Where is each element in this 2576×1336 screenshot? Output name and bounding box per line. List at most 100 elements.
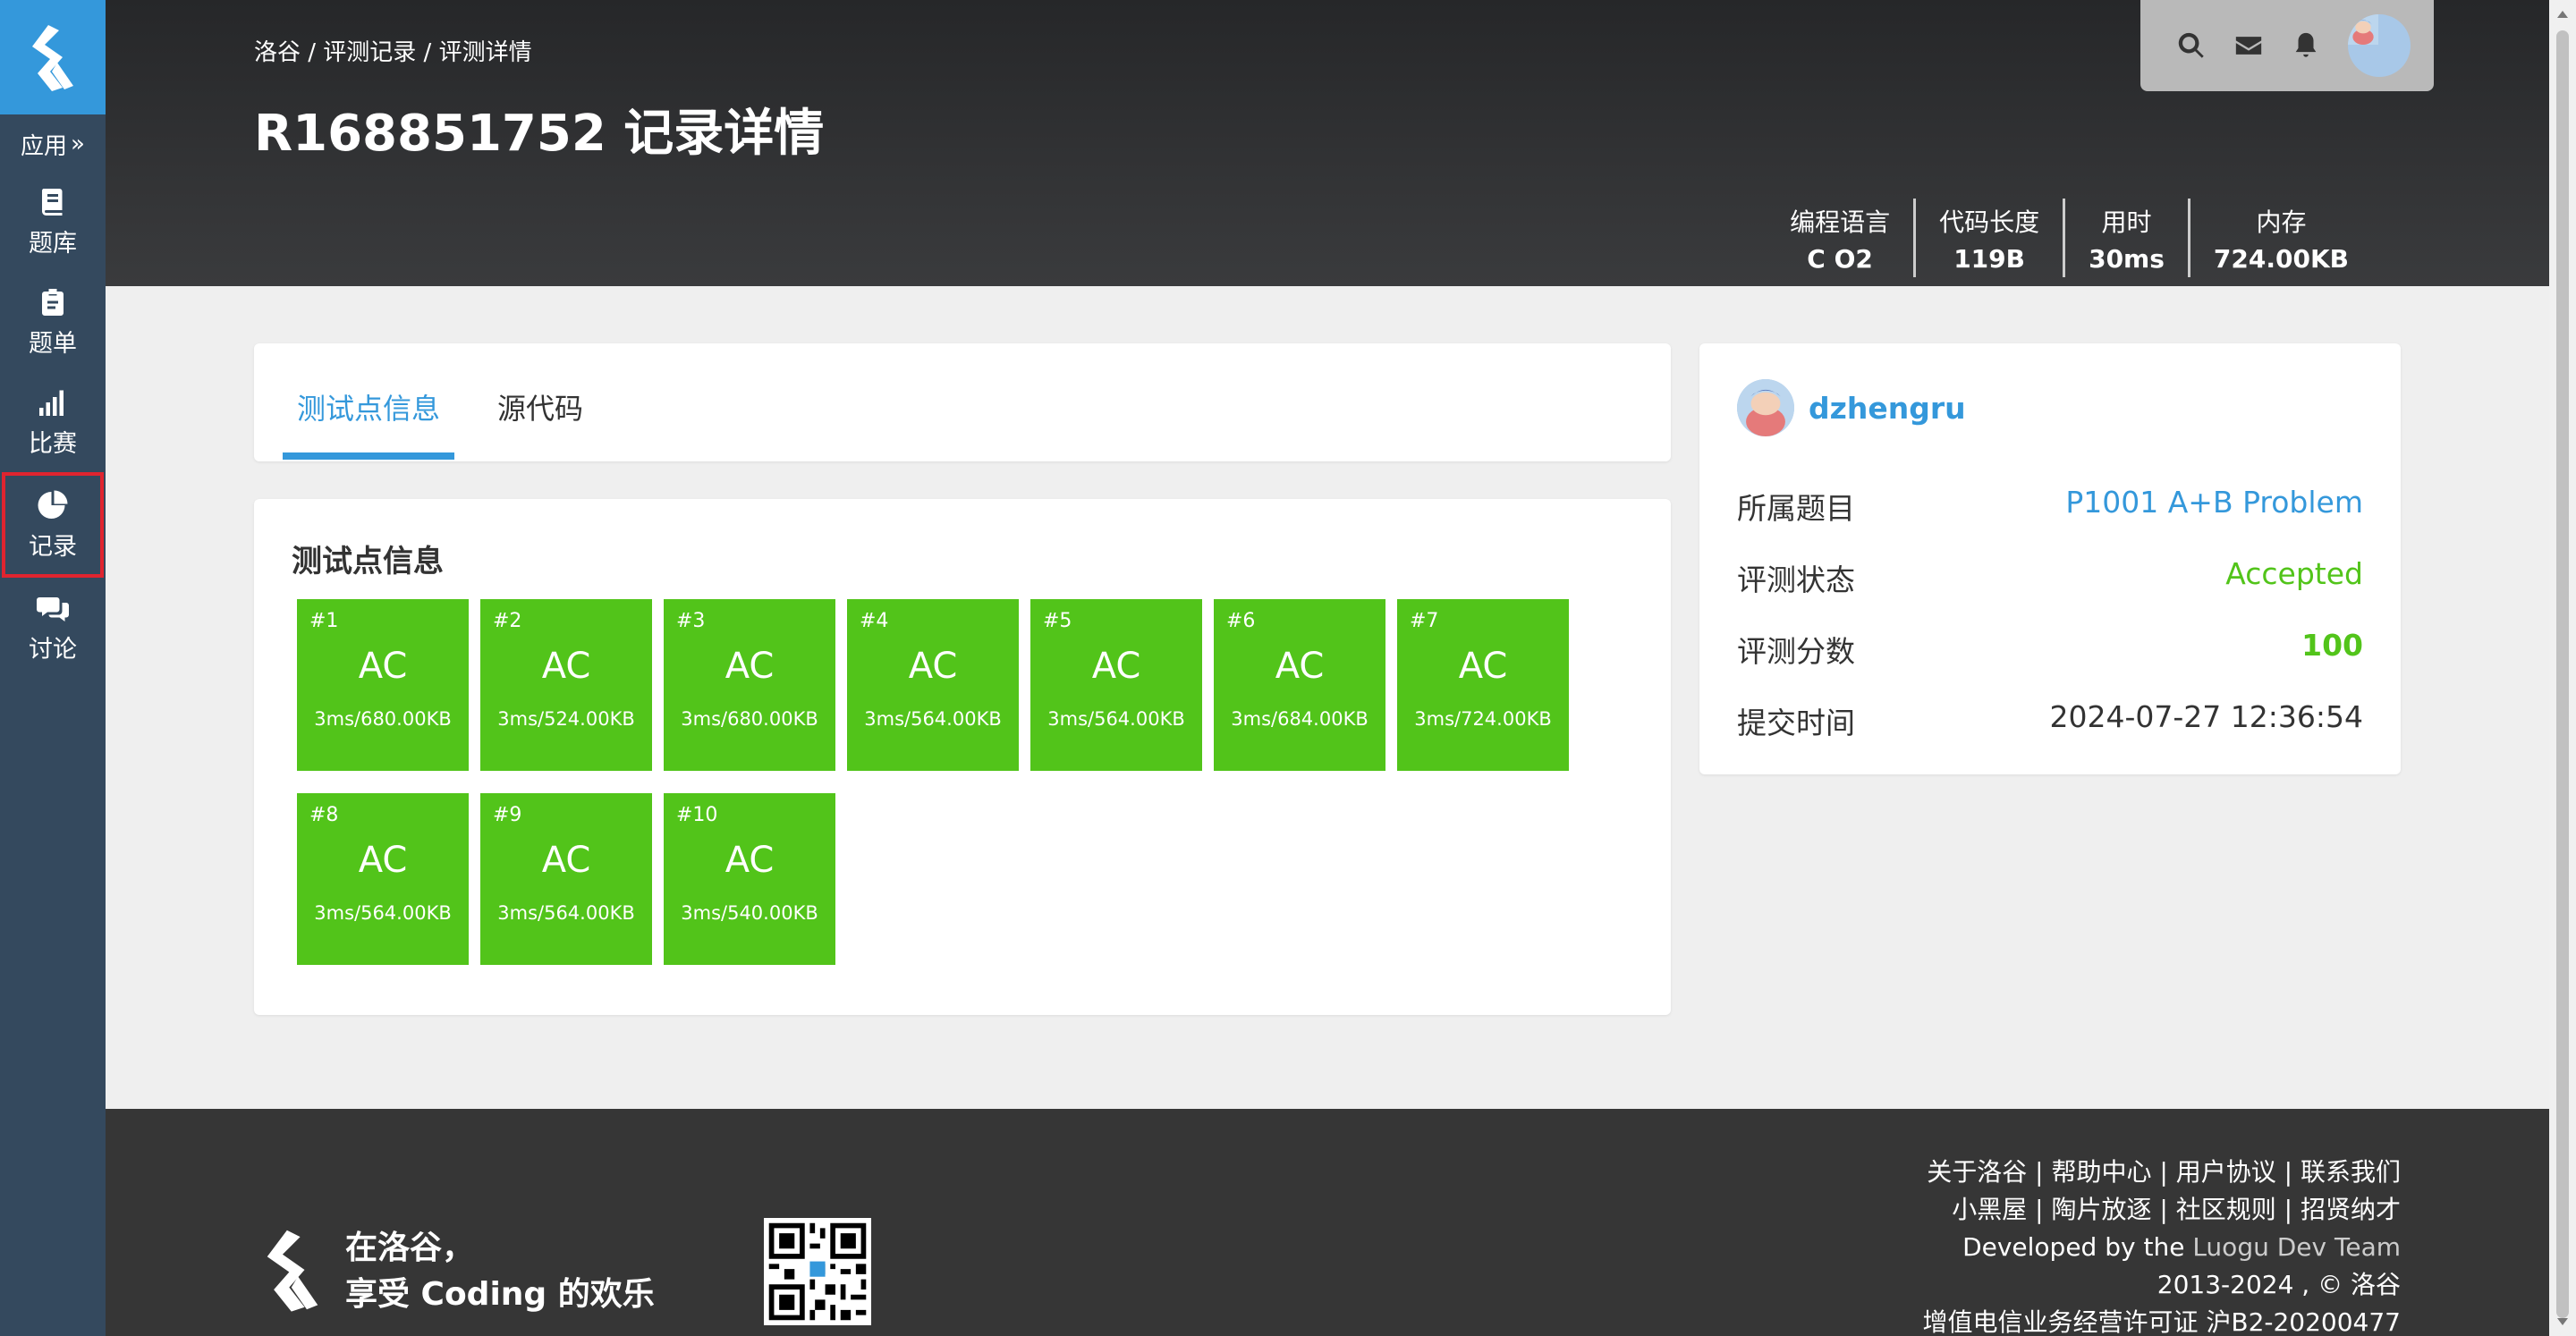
testcase-info: 3ms/564.00KB xyxy=(1047,708,1185,730)
testcase-info: 3ms/684.00KB xyxy=(1231,708,1368,730)
testcase-info: 3ms/680.00KB xyxy=(681,708,818,730)
testcase-index: #10 xyxy=(676,804,718,826)
info-label: 评测状态 xyxy=(1737,562,1855,597)
testcase-info: 3ms/564.00KB xyxy=(864,708,1002,730)
page-title: R168851752 记录详情 xyxy=(254,105,825,163)
footer-dev-line: Developed by the Luogu Dev Team xyxy=(1922,1229,2401,1266)
dev-team-link[interactable]: Luogu Dev Team xyxy=(2192,1232,2401,1262)
clipboard-icon xyxy=(42,288,64,316)
envelope-icon[interactable] xyxy=(2233,30,2264,61)
sidebar-item-label: 比赛 xyxy=(29,429,77,458)
stat-time: 用时 30ms xyxy=(2063,199,2188,277)
scroll-down-arrow-icon[interactable] xyxy=(2557,1318,2568,1325)
username-link[interactable]: dzhengru xyxy=(1809,391,1966,426)
stat-value: 724.00KB xyxy=(2213,243,2349,274)
sidebar-item-label: 题库 xyxy=(29,229,77,258)
testcase-tile[interactable]: #5 AC 3ms/564.00KB xyxy=(1030,599,1202,771)
testcase-tile[interactable]: #4 AC 3ms/564.00KB xyxy=(847,599,1019,771)
sidebar-item-label: 讨论 xyxy=(29,635,77,664)
problem-link[interactable]: P1001 A+B Problem xyxy=(2065,485,2363,528)
search-icon[interactable] xyxy=(2176,30,2207,61)
info-row-problem: 所属题目 P1001 A+B Problem xyxy=(1737,485,2363,528)
scroll-up-arrow-icon[interactable] xyxy=(2557,11,2568,18)
top-user-bar xyxy=(2140,0,2434,91)
testcases-title: 测试点信息 xyxy=(292,544,444,579)
testcase-status: AC xyxy=(1275,646,1325,687)
avatar-image xyxy=(1737,379,1794,436)
stat-code-length: 代码长度 119B xyxy=(1913,199,2063,277)
slogan-line: 享受 Coding 的欢乐 xyxy=(345,1276,655,1313)
submission-stats: 编程语言 C O2 代码长度 119B 用时 30ms 内存 724.00KB xyxy=(1767,199,2372,277)
sidebar-item-label: 题单 xyxy=(29,329,77,358)
scrollbar-thumb[interactable] xyxy=(2556,30,2569,1318)
footer-links-line[interactable]: 小黑屋 | 陶片放逐 | 社区规则 | 招贤纳才 xyxy=(1922,1191,2401,1229)
stat-value: 119B xyxy=(1953,243,2025,274)
luogu-logo-icon xyxy=(32,25,73,91)
testcase-info: 3ms/524.00KB xyxy=(497,708,635,730)
stat-label: 代码长度 xyxy=(1939,207,2040,237)
tab-testcases[interactable]: 测试点信息 xyxy=(297,386,440,427)
testcase-index: #6 xyxy=(1226,610,1256,632)
info-label: 提交时间 xyxy=(1737,706,1855,740)
slogan-line: 在洛谷， xyxy=(345,1230,475,1266)
tabs-card: 测试点信息 源代码 xyxy=(254,343,1671,461)
sidebar-item-problem-lists[interactable]: 题单 xyxy=(2,272,104,372)
stat-value: C O2 xyxy=(1807,243,1873,274)
status-value: Accepted xyxy=(2225,556,2363,591)
testcase-status: AC xyxy=(724,840,775,881)
testcase-index: #4 xyxy=(860,610,889,632)
testcase-status: AC xyxy=(541,840,591,881)
luogu-logo[interactable] xyxy=(0,0,106,114)
testcase-tile[interactable]: #8 AC 3ms/564.00KB xyxy=(297,793,469,965)
user-avatar[interactable] xyxy=(1737,379,1794,436)
signal-bars-icon xyxy=(39,390,64,416)
submission-info-card: dzhengru 所属题目 P1001 A+B Problem 评测状态 Acc… xyxy=(1699,343,2401,774)
stat-language: 编程语言 C O2 xyxy=(1767,199,1913,277)
chat-bubbles-icon xyxy=(37,596,69,621)
active-tab-indicator xyxy=(283,452,454,460)
testcase-info: 3ms/564.00KB xyxy=(497,902,635,924)
page-scrollbar[interactable] xyxy=(2549,0,2576,1336)
testcase-tile[interactable]: #2 AC 3ms/524.00KB xyxy=(480,599,652,771)
sidebar-item-discuss[interactable]: 讨论 xyxy=(2,578,104,678)
testcase-tile[interactable]: #6 AC 3ms/684.00KB xyxy=(1214,599,1385,771)
sidebar-item-contests[interactable]: 比赛 xyxy=(2,372,104,472)
testcase-status: AC xyxy=(1091,646,1141,687)
stat-label: 用时 xyxy=(2101,207,2152,237)
footer-copyright: 2013-2024 , © 洛谷 xyxy=(2157,1270,2401,1299)
testcase-tile[interactable]: #7 AC 3ms/724.00KB xyxy=(1397,599,1569,771)
stat-memory: 内存 724.00KB xyxy=(2187,199,2372,277)
testcase-tile[interactable]: #3 AC 3ms/680.00KB xyxy=(664,599,835,771)
book-icon xyxy=(41,188,63,216)
testcases-card: 测试点信息 #1 AC 3ms/680.00KB #2 AC 3ms/524.0… xyxy=(254,499,1671,1015)
user-avatar[interactable] xyxy=(2348,14,2411,77)
info-label: 所属题目 xyxy=(1737,491,1855,526)
footer-links: 关于洛谷 | 帮助中心 | 用户协议 | 联系我们 小黑屋 | 陶片放逐 | 社… xyxy=(1922,1154,2401,1336)
testcase-index: #7 xyxy=(1410,610,1439,632)
sidebar: 应用 » 题库 题单 比赛 记录 讨论 xyxy=(0,0,106,1336)
apps-toggle[interactable]: 应用 » xyxy=(0,116,106,172)
sidebar-item-label: 记录 xyxy=(29,532,77,561)
testcase-index: #1 xyxy=(309,610,339,632)
testcase-tile[interactable]: #9 AC 3ms/564.00KB xyxy=(480,793,652,965)
info-row-status: 评测状态 Accepted xyxy=(1737,556,2363,599)
testcase-index: #9 xyxy=(493,804,522,826)
testcase-info: 3ms/540.00KB xyxy=(681,902,818,924)
bell-icon[interactable] xyxy=(2291,30,2321,61)
page-header: 洛谷 / 评测记录 / 评测详情 R168851752 记录详情 编程语言 C … xyxy=(106,0,2549,286)
tab-source-code[interactable]: 源代码 xyxy=(497,386,583,427)
testcase-tile[interactable]: #10 AC 3ms/540.00KB xyxy=(664,793,835,965)
breadcrumb[interactable]: 洛谷 / 评测记录 / 评测详情 xyxy=(254,34,532,67)
footer-license[interactable]: 增值电信业务经营许可证 沪B2-20200477 xyxy=(1922,1304,2401,1336)
user-row: dzhengru xyxy=(1737,379,1966,436)
sidebar-item-problems[interactable]: 题库 xyxy=(2,172,104,272)
testcase-status: AC xyxy=(1458,646,1508,687)
testcase-index: #5 xyxy=(1043,610,1072,632)
stat-label: 内存 xyxy=(2256,207,2307,237)
sidebar-item-records[interactable]: 记录 xyxy=(2,472,104,578)
testcase-status: AC xyxy=(358,646,408,687)
footer-links-line[interactable]: 关于洛谷 | 帮助中心 | 用户协议 | 联系我们 xyxy=(1922,1154,2401,1191)
testcase-tile[interactable]: #1 AC 3ms/680.00KB xyxy=(297,599,469,771)
testcase-index: #3 xyxy=(676,610,706,632)
testcase-status: AC xyxy=(358,840,408,881)
